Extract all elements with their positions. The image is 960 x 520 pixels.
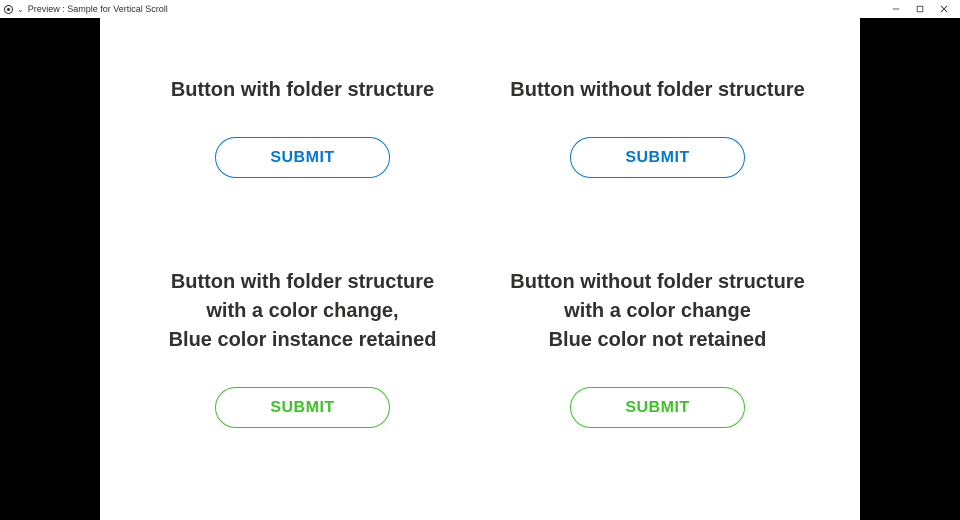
submit-button-top-left[interactable]: SUBMIT xyxy=(215,137,390,178)
heading-top-left: Button with folder structure xyxy=(171,76,434,105)
window-title: Preview : Sample for Vertical Scroll xyxy=(28,4,168,14)
cell-bottom-left: Button with folder structure with a colo… xyxy=(140,268,465,428)
cursor-icon: ↖ xyxy=(41,180,50,193)
record-icon xyxy=(4,5,13,14)
submit-label: SUBMIT xyxy=(625,149,689,167)
cell-bottom-right: Button without folder structure with a c… xyxy=(495,268,820,428)
window: ⌄ Preview : Sample for Vertical Scroll B… xyxy=(0,0,960,520)
titlebar-left: ⌄ Preview : Sample for Vertical Scroll xyxy=(4,4,884,14)
heading-bottom-right: Button without folder structure with a c… xyxy=(510,268,804,355)
content-wrap: Button with folder structure SUBMIT Butt… xyxy=(0,18,960,520)
submit-button-top-right[interactable]: SUBMIT xyxy=(570,137,745,178)
chevron-down-icon[interactable]: ⌄ xyxy=(17,5,24,14)
heading-top-right: Button without folder structure xyxy=(510,76,804,105)
heading-bottom-left: Button with folder structure with a colo… xyxy=(169,268,437,355)
grid: Button with folder structure SUBMIT Butt… xyxy=(140,48,820,428)
cell-top-left: Button with folder structure SUBMIT xyxy=(140,76,465,178)
submit-label: SUBMIT xyxy=(625,399,689,417)
maximize-button[interactable] xyxy=(908,0,932,18)
canvas: Button with folder structure SUBMIT Butt… xyxy=(100,18,860,520)
submit-label: SUBMIT xyxy=(270,149,334,167)
minimize-button[interactable] xyxy=(884,0,908,18)
window-controls xyxy=(884,0,956,18)
submit-button-bottom-left[interactable]: SUBMIT xyxy=(215,387,390,428)
submit-label: SUBMIT xyxy=(270,399,334,417)
titlebar: ⌄ Preview : Sample for Vertical Scroll xyxy=(0,0,960,18)
close-button[interactable] xyxy=(932,0,956,18)
cell-top-right: Button without folder structure SUBMIT xyxy=(495,76,820,178)
submit-button-bottom-right[interactable]: SUBMIT xyxy=(570,387,745,428)
